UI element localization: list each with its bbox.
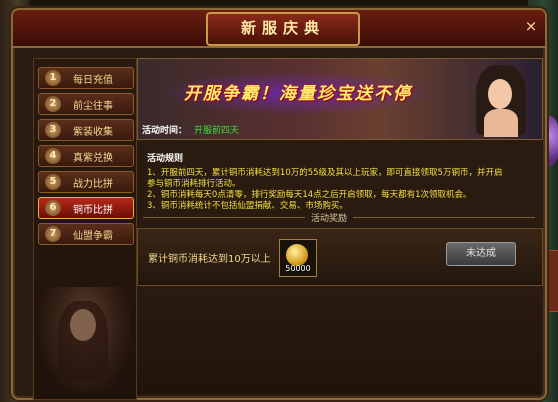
sidebar-item-daily-recharge[interactable]: 1 每日充值 (38, 67, 134, 89)
sidebar-item-past-events[interactable]: 2 前尘往事 (38, 93, 134, 115)
item-number-badge: 4 (45, 148, 61, 164)
item-number-badge: 1 (45, 70, 61, 86)
sidebar-item-label: 紫装收集 (73, 127, 113, 138)
sidebar-item-purple-gear-collect[interactable]: 3 紫装收集 (38, 119, 134, 141)
reward-item-amount: 50000 (285, 264, 311, 273)
reward-item-slot[interactable]: 50000 (279, 239, 317, 277)
reward-section-divider: 活动奖励 (137, 211, 541, 224)
item-number-badge: 7 (45, 226, 61, 242)
item-number-badge: 5 (45, 174, 61, 190)
event-time-label: 活动时间： (142, 126, 188, 136)
rule-line: 1、开服前四天，累计铜币消耗达到10万的55级及其以上玩家，即可直接领取5万铜币… (147, 168, 503, 178)
event-rules: 活动规则 1、开服前四天，累计铜币消耗达到10万的55级及其以上玩家，即可直接领… (137, 154, 541, 212)
event-window: 新服庆典 × 1 每日充值 2 前尘往事 3 紫装收集 4 真紫兑换 5 战力比… (11, 8, 547, 400)
sidebar-item-label: 每日充值 (73, 75, 113, 86)
sidebar-item-power-ranking[interactable]: 5 战力比拼 (38, 171, 134, 193)
character-face (488, 79, 512, 109)
character-body (484, 109, 518, 137)
content-empty-area (137, 292, 541, 394)
rules-heading: 活动规则 (147, 154, 184, 164)
sidebar-item-label: 战力比拼 (73, 179, 113, 190)
reward-row: 累计铜币消耗达到10万以上 50000 未达成 (137, 228, 543, 286)
reward-condition: 累计铜币消耗达到10万以上 (148, 254, 271, 265)
event-time-value: 开服前四天 (194, 126, 240, 136)
item-number-badge: 3 (45, 122, 61, 138)
claim-reward-button[interactable]: 未达成 (446, 242, 516, 266)
sidebar-item-label: 仙盟争霸 (73, 231, 113, 242)
rule-line: 2、铜币消耗每天0点清零，排行奖励每天14点之后开启领取，每天都有1次领取机会。 (147, 190, 472, 200)
sidebar-item-label: 铜币比拼 (73, 205, 113, 216)
banner-character-art (470, 65, 530, 137)
sidebar-item-copper-ranking[interactable]: 6 铜币比拼 (38, 197, 134, 219)
banner-title: 开服争霸！海量珍宝送不停 (184, 84, 412, 104)
sidebar-item-label: 真紫兑换 (73, 153, 113, 164)
sidebar-character-art (40, 287, 130, 393)
event-banner: 开服争霸！海量珍宝送不停 活动时间： 开服前四天 (137, 58, 543, 140)
rule-line: 参与铜币消耗排行活动。 (147, 179, 241, 189)
window-titlebar: 新服庆典 × (13, 10, 545, 48)
event-content: 开服争霸！海量珍宝送不停 活动时间： 开服前四天 活动规则 1、开服前四天，累计… (137, 58, 543, 394)
sidebar-item-purple-exchange[interactable]: 4 真紫兑换 (38, 145, 134, 167)
event-sidebar: 1 每日充值 2 前尘往事 3 紫装收集 4 真紫兑换 5 战力比拼 6 铜币比… (33, 58, 137, 400)
item-number-badge: 6 (45, 200, 61, 216)
item-number-badge: 2 (45, 96, 61, 112)
close-button[interactable]: × (523, 18, 539, 34)
sidebar-item-guild-battle[interactable]: 7 仙盟争霸 (38, 223, 134, 245)
reward-section-label: 活动奖励 (305, 211, 354, 224)
copper-coin-icon (286, 244, 308, 266)
window-title: 新服庆典 (206, 12, 360, 46)
sidebar-item-label: 前尘往事 (73, 101, 113, 112)
character-face (70, 309, 96, 341)
